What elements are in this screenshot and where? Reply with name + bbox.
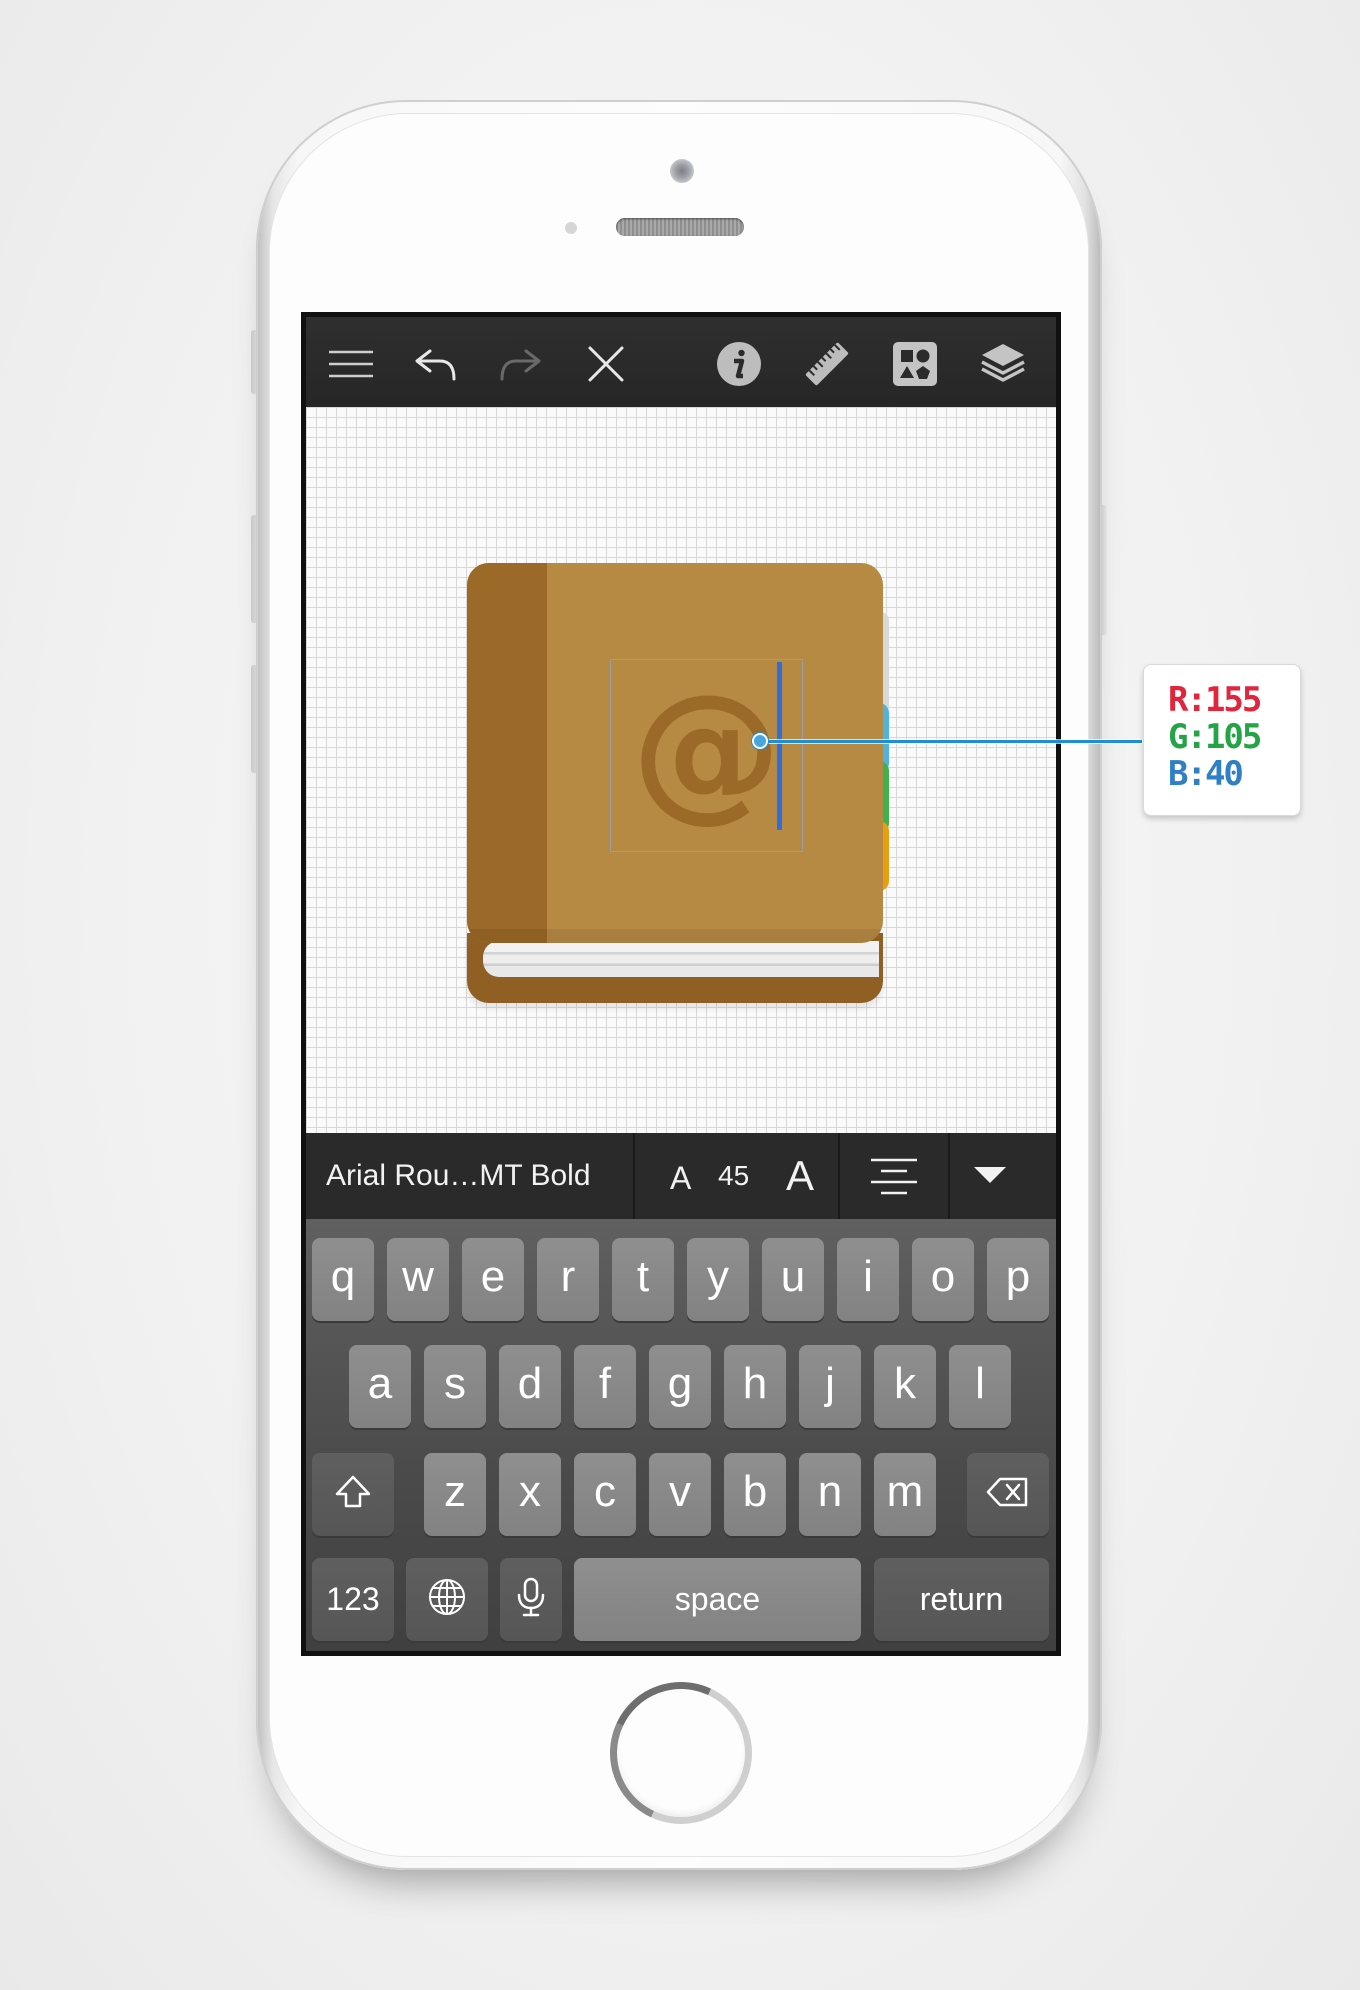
key-p[interactable]: p <box>987 1238 1049 1321</box>
text-selection-box[interactable]: @ <box>610 659 803 852</box>
key-m[interactable]: m <box>874 1453 936 1536</box>
key-u[interactable]: u <box>762 1238 824 1321</box>
text-cursor <box>777 662 782 830</box>
redo-icon[interactable] <box>496 339 546 389</box>
front-camera <box>670 159 694 183</box>
color-probe-line <box>757 740 1142 743</box>
key-k[interactable]: k <box>874 1345 936 1428</box>
key-j[interactable]: j <box>799 1345 861 1428</box>
divider <box>948 1133 950 1219</box>
key-y[interactable]: y <box>687 1238 749 1321</box>
proximity-sensor <box>565 222 577 234</box>
key-r[interactable]: r <box>537 1238 599 1321</box>
key-z[interactable]: z <box>424 1453 486 1536</box>
key-d[interactable]: d <box>499 1345 561 1428</box>
key-a[interactable]: a <box>349 1345 411 1428</box>
globe-key[interactable] <box>406 1558 488 1641</box>
color-readout-panel: R:155 G:105 B:40 <box>1143 664 1301 816</box>
key-t[interactable]: t <box>612 1238 674 1321</box>
dropdown-arrow-icon[interactable] <box>974 1167 1006 1183</box>
shapes-icon[interactable] <box>890 339 940 389</box>
keyboard: q w e r t y u i o p a s d f g h j k l z … <box>306 1219 1056 1651</box>
microphone-icon <box>517 1577 545 1616</box>
center-align-icon[interactable] <box>869 1157 919 1197</box>
at-sign-text[interactable]: @ <box>611 660 802 851</box>
drawing-canvas[interactable]: @ <box>306 407 1056 1133</box>
address-book-illustration[interactable]: @ <box>467 563 889 1003</box>
key-h[interactable]: h <box>724 1345 786 1428</box>
space-key[interactable]: space <box>574 1558 861 1641</box>
color-probe-handle[interactable] <box>752 733 768 749</box>
font-name-button[interactable]: Arial Rou…MT Bold <box>326 1133 591 1219</box>
key-e[interactable]: e <box>462 1238 524 1321</box>
top-toolbar <box>306 317 1056 407</box>
close-icon[interactable] <box>581 339 631 389</box>
text-format-bar: Arial Rou…MT Bold A 45 A <box>306 1133 1056 1219</box>
blue-value: B:40 <box>1168 754 1244 794</box>
divider <box>633 1133 635 1219</box>
font-size-value: 45 <box>718 1160 750 1191</box>
book-spine <box>467 563 547 943</box>
backspace-icon <box>986 1477 1028 1506</box>
key-f[interactable]: f <box>574 1345 636 1428</box>
key-w[interactable]: w <box>387 1238 449 1321</box>
globe-icon <box>429 1578 465 1615</box>
key-n[interactable]: n <box>799 1453 861 1536</box>
shift-icon <box>335 1475 371 1507</box>
home-button[interactable] <box>610 1682 752 1824</box>
book-cover-edge <box>467 929 883 943</box>
key-x[interactable]: x <box>499 1453 561 1536</box>
divider <box>838 1133 840 1219</box>
increase-font-size-button[interactable]: A <box>786 1133 814 1219</box>
layers-icon[interactable] <box>978 339 1028 389</box>
menu-icon[interactable] <box>326 339 376 389</box>
key-q[interactable]: q <box>312 1238 374 1321</box>
delete-key[interactable] <box>967 1453 1049 1536</box>
earpiece-speaker <box>616 218 744 236</box>
key-s[interactable]: s <box>424 1345 486 1428</box>
info-icon[interactable] <box>714 339 764 389</box>
red-value: R:155 <box>1168 680 1262 720</box>
app-screen: @ Arial Rou…MT Bold A 45 A q w e r t y u… <box>301 312 1061 1656</box>
book-front-cover: @ <box>467 563 883 943</box>
green-value: G:105 <box>1168 717 1262 757</box>
book-pages <box>483 941 879 977</box>
key-v[interactable]: v <box>649 1453 711 1536</box>
undo-icon[interactable] <box>410 339 460 389</box>
ruler-icon[interactable] <box>802 339 852 389</box>
key-l[interactable]: l <box>949 1345 1011 1428</box>
dictation-key[interactable] <box>500 1558 562 1641</box>
numbers-key[interactable]: 123 <box>312 1558 394 1641</box>
shift-key[interactable] <box>312 1453 394 1536</box>
key-b[interactable]: b <box>724 1453 786 1536</box>
key-i[interactable]: i <box>837 1238 899 1321</box>
return-key[interactable]: return <box>874 1558 1049 1641</box>
decrease-font-size-button[interactable]: A <box>670 1133 691 1223</box>
key-o[interactable]: o <box>912 1238 974 1321</box>
key-g[interactable]: g <box>649 1345 711 1428</box>
key-c[interactable]: c <box>574 1453 636 1536</box>
